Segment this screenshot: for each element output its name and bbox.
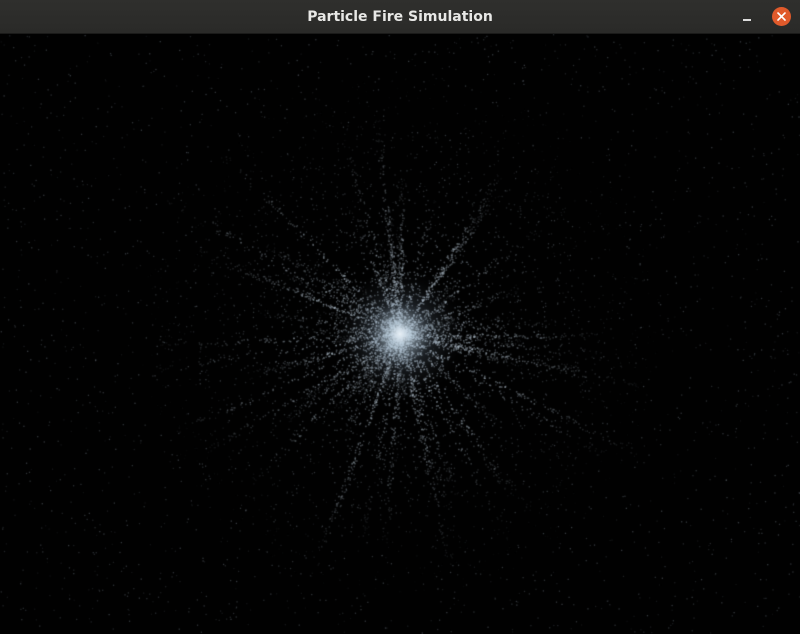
close-icon <box>777 12 786 21</box>
app-window: Particle Fire Simulation <box>0 0 800 634</box>
simulation-canvas-area[interactable] <box>0 34 800 634</box>
minimize-button[interactable] <box>736 6 758 28</box>
title-bar[interactable]: Particle Fire Simulation <box>0 0 800 34</box>
particle-canvas[interactable] <box>0 34 800 634</box>
window-title: Particle Fire Simulation <box>307 9 493 25</box>
close-button[interactable] <box>772 7 791 26</box>
minimize-icon <box>743 19 751 21</box>
